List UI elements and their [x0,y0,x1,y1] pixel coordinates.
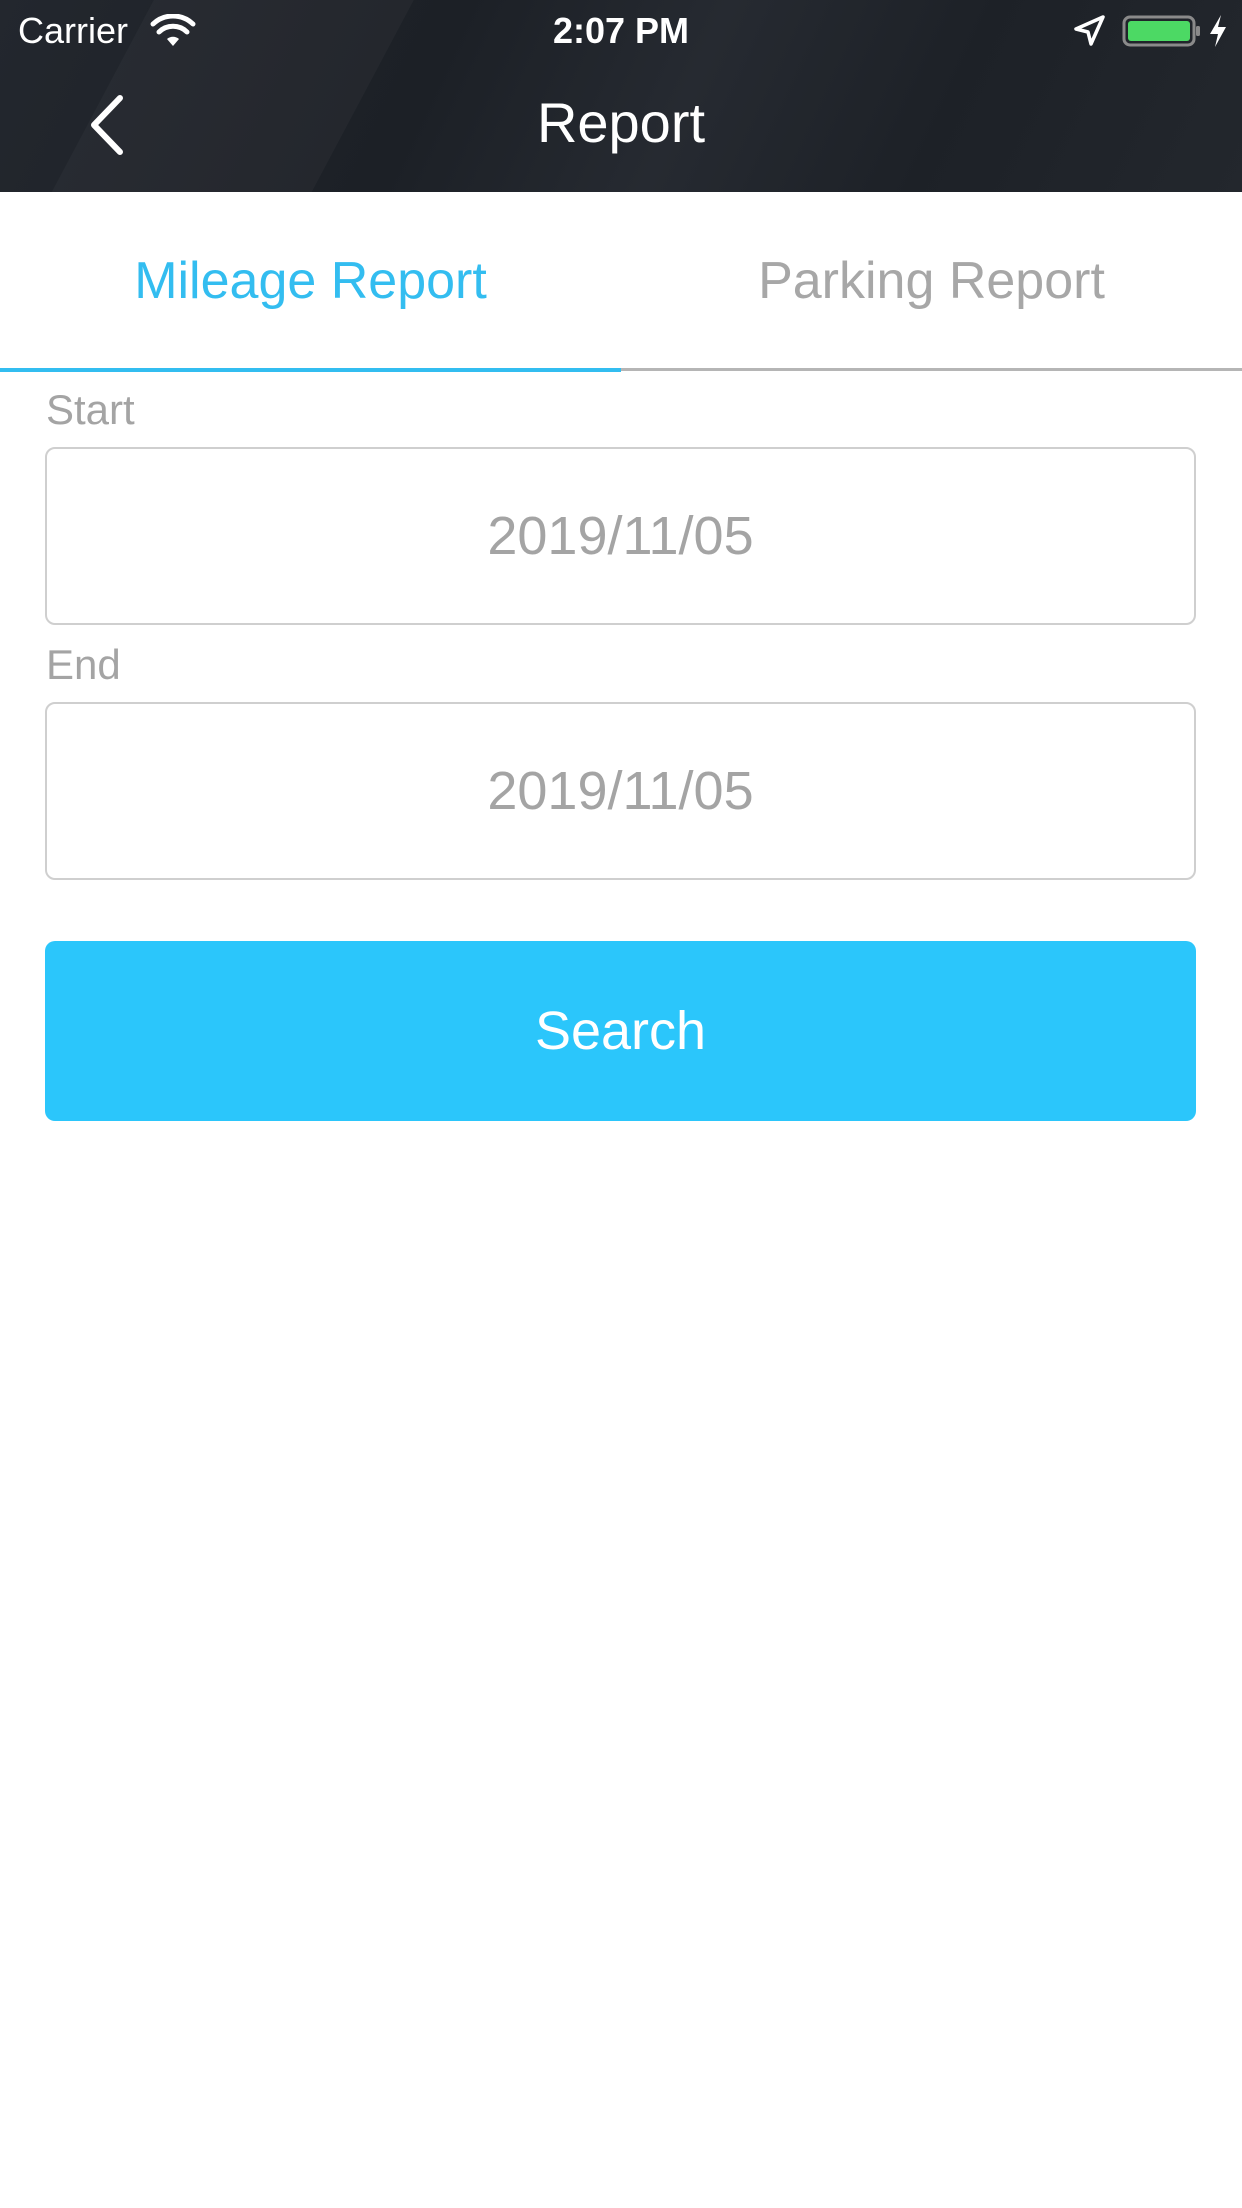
status-time: 2:07 PM [552,10,690,51]
tab-divider [621,368,1242,371]
charging-bolt-icon [1210,15,1226,47]
navigation-bar: Carrier 2:07 PM Report [0,0,1242,192]
tab-mileage-report[interactable]: Mileage Report [0,192,621,370]
battery-icon [1122,15,1200,47]
end-label: End [46,641,121,688]
start-label: Start [46,386,135,433]
active-tab-indicator [0,368,621,372]
end-date-field[interactable]: 2019/11/05 [45,702,1196,880]
tab-parking-report[interactable]: Parking Report [621,192,1242,370]
location-arrow-icon [1074,15,1105,46]
search-button[interactable]: Search [45,941,1196,1121]
report-tabs: Mileage Report Parking Report [0,192,1242,372]
start-date-field[interactable]: 2019/11/05 [45,447,1196,625]
page-title: Report [536,91,706,154]
